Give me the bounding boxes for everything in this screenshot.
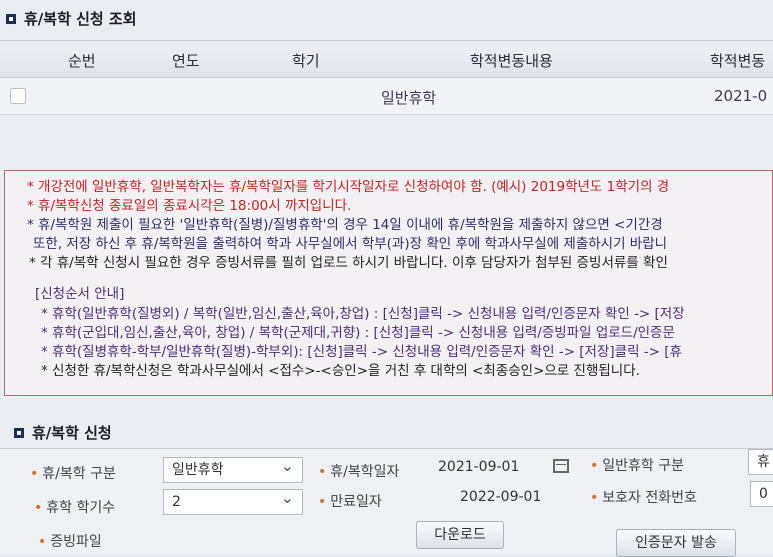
inquiry-section-title: 휴/복학 신청 조회	[0, 8, 137, 29]
section-square-icon	[6, 13, 16, 24]
inquiry-title: 휴/복학 신청 조회	[24, 10, 137, 28]
notice-line: * 신청한 휴/복학신청은 학과사무실에서 <접수>-<승인>을 거친 후 대학…	[41, 363, 640, 379]
apply-form: •휴/복학 구분 일반휴학 •휴/복학일자 2021-09-01 •일반휴학 구…	[0, 448, 773, 557]
col-header-semester[interactable]: 학기	[292, 50, 320, 71]
semester-count-label: • 휴학 학기수	[34, 500, 116, 516]
download-button[interactable]: 다운로드	[416, 521, 504, 549]
notice-subtitle: [신청순서 안내]	[35, 286, 125, 302]
notice-line: * 휴/복학신청 종료일의 종료시각은 18:00시 까지입니다.	[27, 198, 352, 214]
semester-count-select[interactable]: 2	[163, 489, 303, 515]
row-change-content: 일반휴학	[381, 89, 437, 107]
col-header-year[interactable]: 연도	[172, 50, 200, 71]
general-type-label: • 일반휴학 구분	[590, 458, 684, 474]
inquiry-grid: 순번 연도 학기 학적변동내용 학적변동 일반휴학 2021-0	[0, 40, 773, 115]
evidence-file-label: • 증빙파일	[38, 534, 102, 550]
notice-line: * 휴학(질병휴학-학부/일반휴학(질병)-학부외): [신청]클릭 -> 신청…	[41, 344, 682, 360]
grid-header: 순번 연도 학기 학적변동내용 학적변동	[0, 40, 773, 78]
notice-line: * 휴/복학원 제출이 필요한 '일반휴학(질병)/질병휴학'의 경우 14일 …	[27, 217, 663, 233]
guardian-phone-label: • 보호자 전화번호	[590, 490, 697, 506]
type-select[interactable]: 일반휴학	[163, 457, 303, 483]
row-checkbox[interactable]	[10, 88, 26, 104]
col-header-change-content[interactable]: 학적변동내용	[470, 50, 553, 71]
notice-box: * 개강전에 일반휴학, 일반복학자는 휴/복학일자를 학기시작일자로 신청하여…	[4, 170, 773, 396]
apply-section-title: 휴/복학 신청	[8, 422, 112, 443]
guardian-phone-input[interactable]: 0	[750, 481, 773, 507]
notice-line: * 각 휴/복학 신청시 필요한 경우 증빙서류를 필히 업로드 하시기 바랍니…	[29, 255, 668, 271]
notice-line: 또한, 저장 하신 후 휴/복학원을 출력하여 학과 사무실에서 학부(과)장 …	[33, 236, 668, 252]
table-row[interactable]: 일반휴학 2021-0	[0, 78, 773, 115]
type-label: • 휴/복학 구분	[30, 466, 116, 482]
col-header-change-date[interactable]: 학적변동	[710, 50, 765, 71]
row-change-date: 2021-0	[714, 87, 768, 105]
notice-line: * 개강전에 일반휴학, 일반복학자는 휴/복학일자를 학기시작일자로 신청하여…	[27, 179, 670, 195]
date-label: • 휴/복학일자	[318, 464, 400, 480]
apply-title: 휴/복학 신청	[32, 424, 112, 442]
notice-line: * 휴학(일반휴학(질병외) / 복학(일반,임신,출산,육아,창업) : [신…	[41, 306, 685, 322]
section-square-icon	[14, 427, 24, 438]
end-date-value: 2022-09-01	[460, 489, 542, 505]
notice-line: * 휴학(군입대,임신,출산,육아, 창업) / 복학(군제대,귀향) : [신…	[41, 325, 675, 341]
col-header-seq[interactable]: 순번	[68, 50, 96, 71]
general-type-select[interactable]: 휴	[748, 449, 773, 475]
calendar-icon[interactable]	[553, 459, 569, 473]
end-date-label: • 만료일자	[318, 494, 382, 510]
